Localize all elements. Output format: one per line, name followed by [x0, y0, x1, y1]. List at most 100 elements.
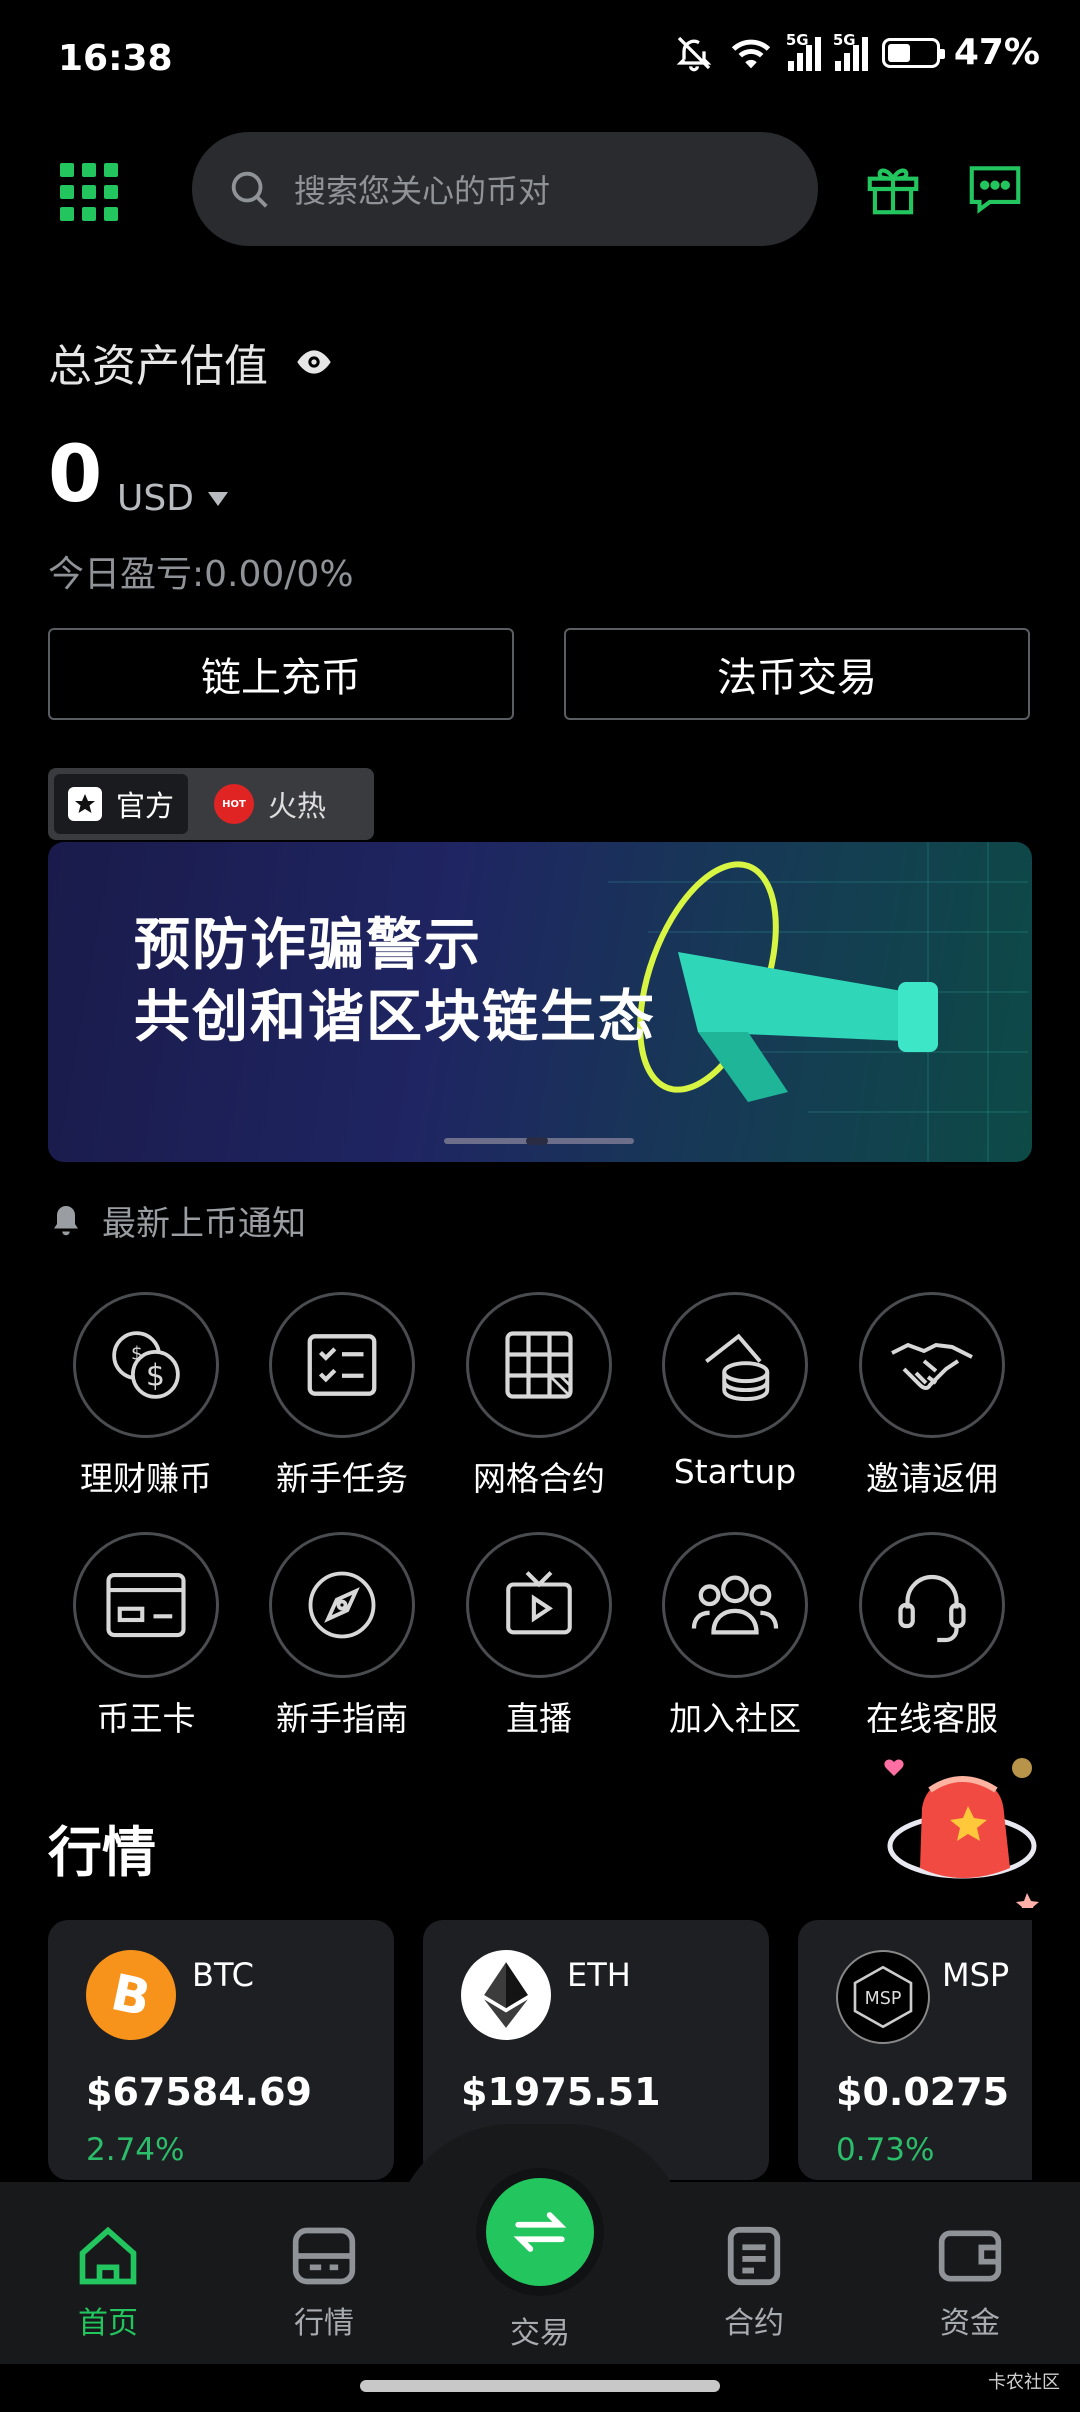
feature-label: 在线客服	[866, 1699, 998, 1738]
nav-trade-label: 交易	[510, 2316, 570, 2351]
fiat-trade-button[interactable]: 法币交易	[564, 628, 1030, 720]
eth-logo-icon	[461, 1950, 551, 2040]
nav-home-label: 首页	[78, 2306, 138, 2341]
nav-funds[interactable]: 资金	[880, 2224, 1060, 2342]
signal-icon: 5G	[833, 31, 868, 71]
feature-label: Startup	[673, 1452, 797, 1491]
listing-notice[interactable]: 最新上币通知	[48, 1196, 306, 1245]
svg-text:MSP: MSP	[865, 1989, 902, 2009]
tab-official[interactable]: 官方	[54, 774, 189, 834]
svg-text:$: $	[146, 1359, 165, 1394]
feature-label: 理财赚币	[80, 1459, 212, 1498]
gift-pouch-mascot-icon[interactable]	[872, 1738, 1042, 1908]
network-type: 5G	[785, 30, 809, 49]
feature-label: 币王卡	[96, 1699, 196, 1738]
feature-label: 新手任务	[276, 1459, 408, 1498]
trade-button[interactable]	[486, 2178, 594, 2286]
grid-icon	[466, 1292, 612, 1438]
coin-name: ETH	[567, 1956, 631, 1994]
banner-line-2: 共创和谐区块链生态	[134, 985, 656, 1050]
currency-label: USD	[117, 478, 194, 519]
nav-contract[interactable]: 合约	[664, 2224, 844, 2342]
promo-banner[interactable]: 预防诈骗警示 共创和谐区块链生态	[48, 842, 1032, 1162]
coin-price: $1975.51	[461, 2070, 661, 2114]
home-indicator[interactable]	[360, 2380, 720, 2392]
coin-change: 2.74%	[86, 2132, 185, 2168]
checklist-icon	[269, 1292, 415, 1438]
feature-label: 新手指南	[276, 1699, 408, 1738]
nav-market-label: 行情	[294, 2306, 354, 2341]
eye-icon[interactable]	[294, 348, 334, 376]
star-icon	[68, 787, 102, 821]
nav-market[interactable]: 行情	[234, 2224, 414, 2342]
token-stack-icon	[662, 1292, 808, 1438]
wallet-icon	[938, 2230, 1002, 2282]
feature-grid-contract[interactable]: 网格合约	[454, 1292, 624, 1500]
message-icon[interactable]	[964, 158, 1026, 220]
feature-label: 加入社区	[669, 1699, 801, 1738]
feature-startup[interactable]: Startup	[650, 1292, 820, 1491]
nav-contract-label: 合约	[724, 2306, 784, 2341]
btc-logo-icon: B	[86, 1950, 176, 2040]
msp-logo-icon: MSP	[836, 1950, 930, 2044]
search-icon	[231, 171, 268, 208]
market-section-title: 行情	[48, 1821, 156, 1884]
tab-hot[interactable]: HOT 火热	[200, 774, 340, 834]
search-input[interactable]: 搜索您关心的币对	[192, 132, 818, 246]
status-time: 16:38	[58, 38, 173, 79]
caret-down-icon	[207, 491, 228, 506]
coins-icon: $ $	[73, 1292, 219, 1438]
svg-text:$: $	[131, 1343, 143, 1364]
daily-pnl: 今日盈亏:0.00/0%	[48, 554, 354, 595]
feature-label: 直播	[506, 1699, 572, 1738]
wifi-icon	[731, 39, 770, 68]
banner-pagination	[444, 1137, 634, 1145]
svg-text:B: B	[106, 1965, 155, 2025]
battery-icon	[881, 37, 945, 68]
coin-price: $0.0275	[836, 2070, 1010, 2114]
feature-label: 邀请返佣	[866, 1459, 998, 1498]
headset-icon	[859, 1532, 1005, 1678]
coin-change: 0.73%	[836, 2132, 935, 2168]
coin-price: $67584.69	[86, 2070, 312, 2114]
feature-tasks[interactable]: 新手任务	[257, 1292, 427, 1500]
total-assets-text: 总资产估值	[48, 341, 268, 392]
gift-icon[interactable]	[862, 158, 924, 220]
bell-icon	[54, 1205, 78, 1235]
feature-label: 网格合约	[473, 1459, 605, 1498]
deposit-button[interactable]: 链上充币	[48, 628, 514, 720]
battery-percent: 47%	[953, 32, 1040, 73]
feature-community[interactable]: 加入社区	[650, 1532, 820, 1740]
total-assets-value: 0	[48, 430, 103, 520]
megaphone-icon	[637, 861, 938, 1102]
nav-home[interactable]: 首页	[18, 2224, 198, 2342]
compass-icon	[269, 1532, 415, 1678]
feature-earn[interactable]: $ $ 理财赚币	[61, 1292, 231, 1500]
coin-name: BTC	[192, 1956, 254, 1994]
card-icon	[73, 1532, 219, 1678]
total-assets-label: 总资产估值	[48, 330, 334, 394]
feature-invite[interactable]: 邀请返佣	[847, 1292, 1017, 1500]
contract-icon	[727, 2226, 781, 2286]
signal-icon: 5G	[786, 31, 821, 71]
feature-king-card[interactable]: 币王卡	[61, 1532, 231, 1740]
tab-official-label: 官方	[116, 789, 175, 823]
network-type: 5G	[832, 30, 856, 49]
handshake-icon	[859, 1292, 1005, 1438]
watermark: 卡农社区	[988, 2372, 1060, 2393]
feature-live[interactable]: 直播	[454, 1532, 624, 1740]
feature-guide[interactable]: 新手指南	[257, 1532, 427, 1740]
market-icon	[292, 2227, 356, 2285]
market-card-msp[interactable]: MSP MSP $0.0275 0.73%	[798, 1920, 1032, 2180]
home-icon	[79, 2226, 137, 2285]
swap-icon	[513, 2212, 567, 2252]
apps-grid-icon[interactable]	[60, 163, 118, 221]
tab-hot-label: 火热	[268, 789, 327, 823]
feature-support[interactable]: 在线客服	[847, 1532, 1017, 1740]
banner-tabs: 官方 HOT 火热	[48, 768, 374, 840]
currency-selector[interactable]: USD	[117, 478, 228, 519]
market-card-btc[interactable]: B BTC $67584.69 2.74%	[48, 1920, 394, 2180]
hot-badge-icon: HOT	[214, 784, 255, 824]
community-icon	[662, 1532, 808, 1678]
nav-funds-label: 资金	[940, 2306, 1000, 2341]
